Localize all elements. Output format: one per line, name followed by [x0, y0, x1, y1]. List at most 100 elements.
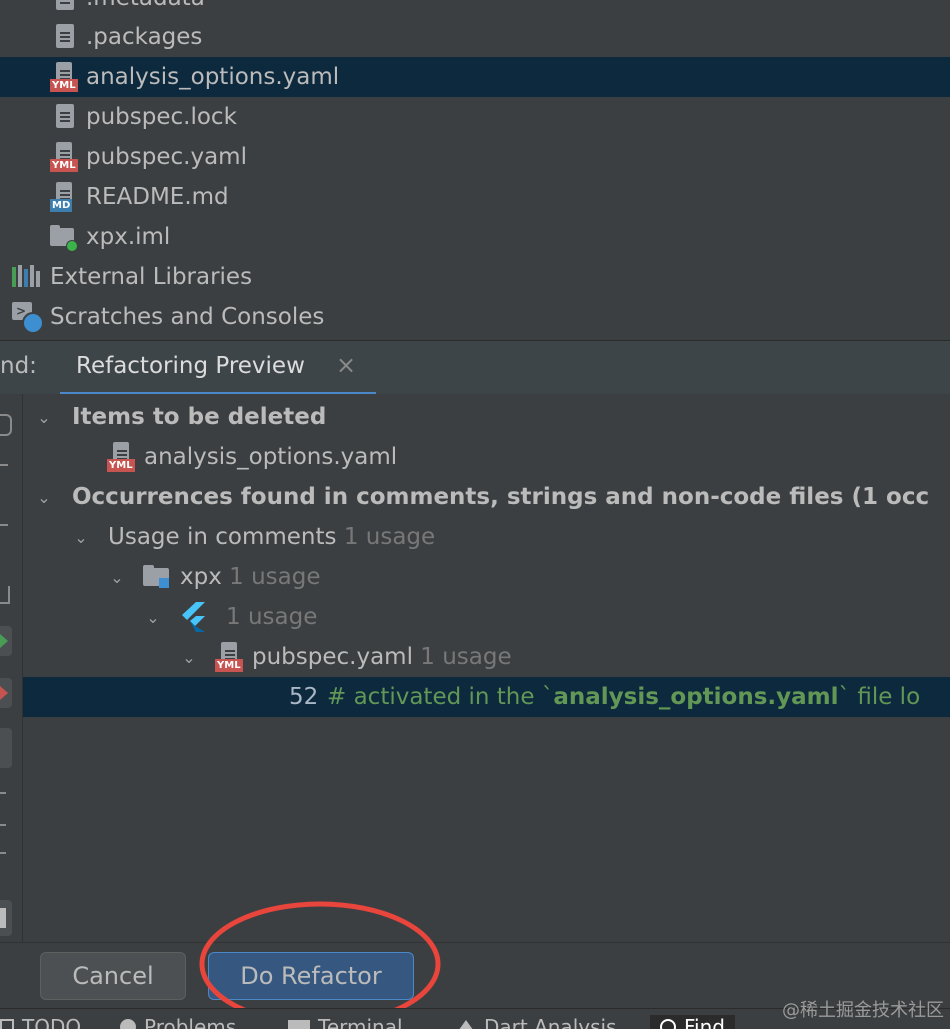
todo-label: TODO	[22, 1015, 82, 1029]
node-flutter[interactable]: ⌄ 1 usage	[23, 597, 950, 637]
next-occurrence-button[interactable]	[0, 626, 12, 656]
chevron-down-icon[interactable]: ⌄	[33, 406, 55, 428]
problems-label: Problems	[144, 1015, 237, 1029]
code-snippet: # activated in the `analysis_options.yam…	[327, 684, 920, 710]
node-label: analysis_options.yaml	[144, 444, 398, 470]
tree-item-label: External Libraries	[50, 264, 253, 290]
line-number: 52	[289, 684, 319, 710]
tab-label: Refactoring Preview	[76, 353, 305, 379]
xpx-text: xpx	[180, 564, 222, 590]
markdown-file-icon: MD	[50, 182, 78, 212]
yaml-badge: YML	[215, 659, 243, 672]
libraries-icon	[12, 265, 40, 295]
statusbar-dart-analysis[interactable]: Dart Analysis	[456, 1015, 616, 1029]
pubspec-text: pubspec.yaml	[252, 644, 413, 670]
md-badge: MD	[50, 199, 73, 212]
tree-item-label: xpx.iml	[86, 224, 171, 250]
flutter-icon	[181, 602, 209, 632]
tree-item-label: .packages	[86, 24, 203, 50]
settings-icon[interactable]	[0, 792, 6, 794]
dart-analysis-label: Dart Analysis	[484, 1015, 617, 1029]
tree-item-label: Scratches and Consoles	[50, 304, 325, 330]
usage-count: 1 usage	[229, 564, 321, 590]
node-label: pubspec.yaml 1 usage	[252, 644, 512, 670]
statusbar-todo[interactable]: TODO	[0, 1015, 81, 1029]
chevron-down-icon[interactable]: ⌄	[106, 566, 128, 588]
tree-item-pubspec-yaml[interactable]: YML pubspec.yaml	[0, 137, 950, 177]
yaml-badge: YML	[50, 159, 78, 172]
statusbar-find[interactable]: Find	[650, 1015, 735, 1029]
chevron-down-icon[interactable]: ⌄	[70, 526, 92, 548]
node-occurrence-line[interactable]: 52 # activated in the `analysis_options.…	[23, 677, 950, 717]
yaml-file-icon: YML	[50, 62, 78, 92]
tree-item-readme[interactable]: MD README.md	[0, 177, 950, 217]
find-toolwindow-header: nd: Refactoring Preview ×	[0, 340, 950, 395]
prev-occurrence-button[interactable]	[0, 678, 12, 708]
usage-count: 1 usage	[226, 604, 318, 630]
group-icon[interactable]	[0, 586, 10, 604]
module-file-icon	[50, 224, 78, 254]
file-icon	[52, 22, 80, 52]
close-panel-button[interactable]	[0, 900, 12, 936]
cancel-button[interactable]: Cancel	[40, 952, 186, 1000]
tree-item-packages[interactable]: .packages	[0, 17, 950, 57]
yaml-file-icon: YML	[215, 642, 243, 672]
node-label: Occurrences found in comments, strings a…	[72, 484, 929, 510]
file-icon	[52, 0, 80, 14]
help-icon[interactable]	[0, 852, 6, 854]
do-refactor-button[interactable]: Do Refactor	[208, 952, 414, 1000]
usage-count: 1 usage	[343, 524, 436, 550]
export-button[interactable]	[0, 728, 12, 768]
refactoring-preview-tree: ⌄ Items to be deleted YML analysis_optio…	[23, 394, 950, 942]
chevron-down-icon[interactable]: ⌄	[33, 486, 55, 508]
tree-item-xpx-iml[interactable]: xpx.iml	[0, 217, 950, 257]
next-arrow-icon	[0, 634, 8, 648]
yaml-file-icon: YML	[50, 142, 78, 172]
rerun-icon[interactable]	[0, 414, 12, 436]
node-label: Items to be deleted	[72, 404, 327, 430]
tab-refactoring-preview[interactable]: Refactoring Preview ×	[60, 341, 376, 395]
node-deleted-file[interactable]: YML analysis_options.yaml	[23, 437, 950, 477]
left-toolbar	[0, 394, 23, 942]
expand-icon[interactable]	[0, 464, 8, 466]
node-usage-in-comments[interactable]: ⌄ Usage in comments 1 usage	[23, 517, 950, 557]
collapse-icon[interactable]	[0, 524, 8, 526]
tree-item-label: .metadata	[86, 0, 205, 11]
tree-item-label: analysis_options.yaml	[86, 64, 340, 90]
do-refactor-label: Do Refactor	[240, 962, 382, 990]
tree-item-external-libraries[interactable]: External Libraries	[0, 257, 950, 297]
statusbar-problems[interactable]: Problems	[120, 1015, 236, 1029]
tree-item-analysis-options[interactable]: YML analysis_options.yaml	[0, 57, 950, 97]
node-xpx[interactable]: ⌄ xpx 1 usage	[23, 557, 950, 597]
occurrences-count: (1 occ	[851, 484, 930, 510]
tree-item-pubspec-lock[interactable]: pubspec.lock	[0, 97, 950, 137]
tree-item-label: pubspec.lock	[86, 104, 237, 130]
find-label: Find	[684, 1015, 725, 1029]
node-pubspec[interactable]: ⌄ YML pubspec.yaml 1 usage	[23, 637, 950, 677]
node-occurrences[interactable]: ⌄ Occurrences found in comments, strings…	[23, 477, 950, 517]
yaml-file-icon: YML	[107, 442, 135, 472]
tree-item-metadata[interactable]: .metadata	[0, 0, 950, 18]
tree-item-scratches[interactable]: > Scratches and Consoles	[0, 297, 950, 337]
yaml-badge: YML	[50, 79, 78, 92]
pin-icon[interactable]	[0, 824, 6, 826]
node-label: xpx 1 usage	[180, 564, 321, 590]
find-label: nd:	[0, 353, 37, 379]
tree-item-label: README.md	[86, 184, 229, 210]
node-items-to-delete[interactable]: ⌄ Items to be deleted	[23, 397, 950, 437]
code-before: # activated in the `	[327, 684, 554, 710]
statusbar-terminal[interactable]: Terminal	[288, 1015, 403, 1029]
file-icon	[52, 102, 80, 132]
panel-icon	[0, 908, 6, 928]
scratches-icon: >	[12, 302, 44, 334]
close-icon[interactable]: ×	[336, 351, 356, 379]
chevron-down-icon[interactable]: ⌄	[178, 646, 200, 668]
usage-count: 1 usage	[420, 644, 512, 670]
terminal-label: Terminal	[318, 1015, 403, 1029]
watermark-text: @稀土掘金技术社区	[782, 1000, 944, 1021]
prev-arrow-icon	[0, 686, 8, 700]
chevron-down-icon[interactable]: ⌄	[142, 606, 164, 628]
usage-in-comments-text: Usage in comments	[108, 524, 337, 550]
node-label: Usage in comments 1 usage	[108, 524, 435, 550]
tree-item-label: pubspec.yaml	[86, 144, 247, 170]
